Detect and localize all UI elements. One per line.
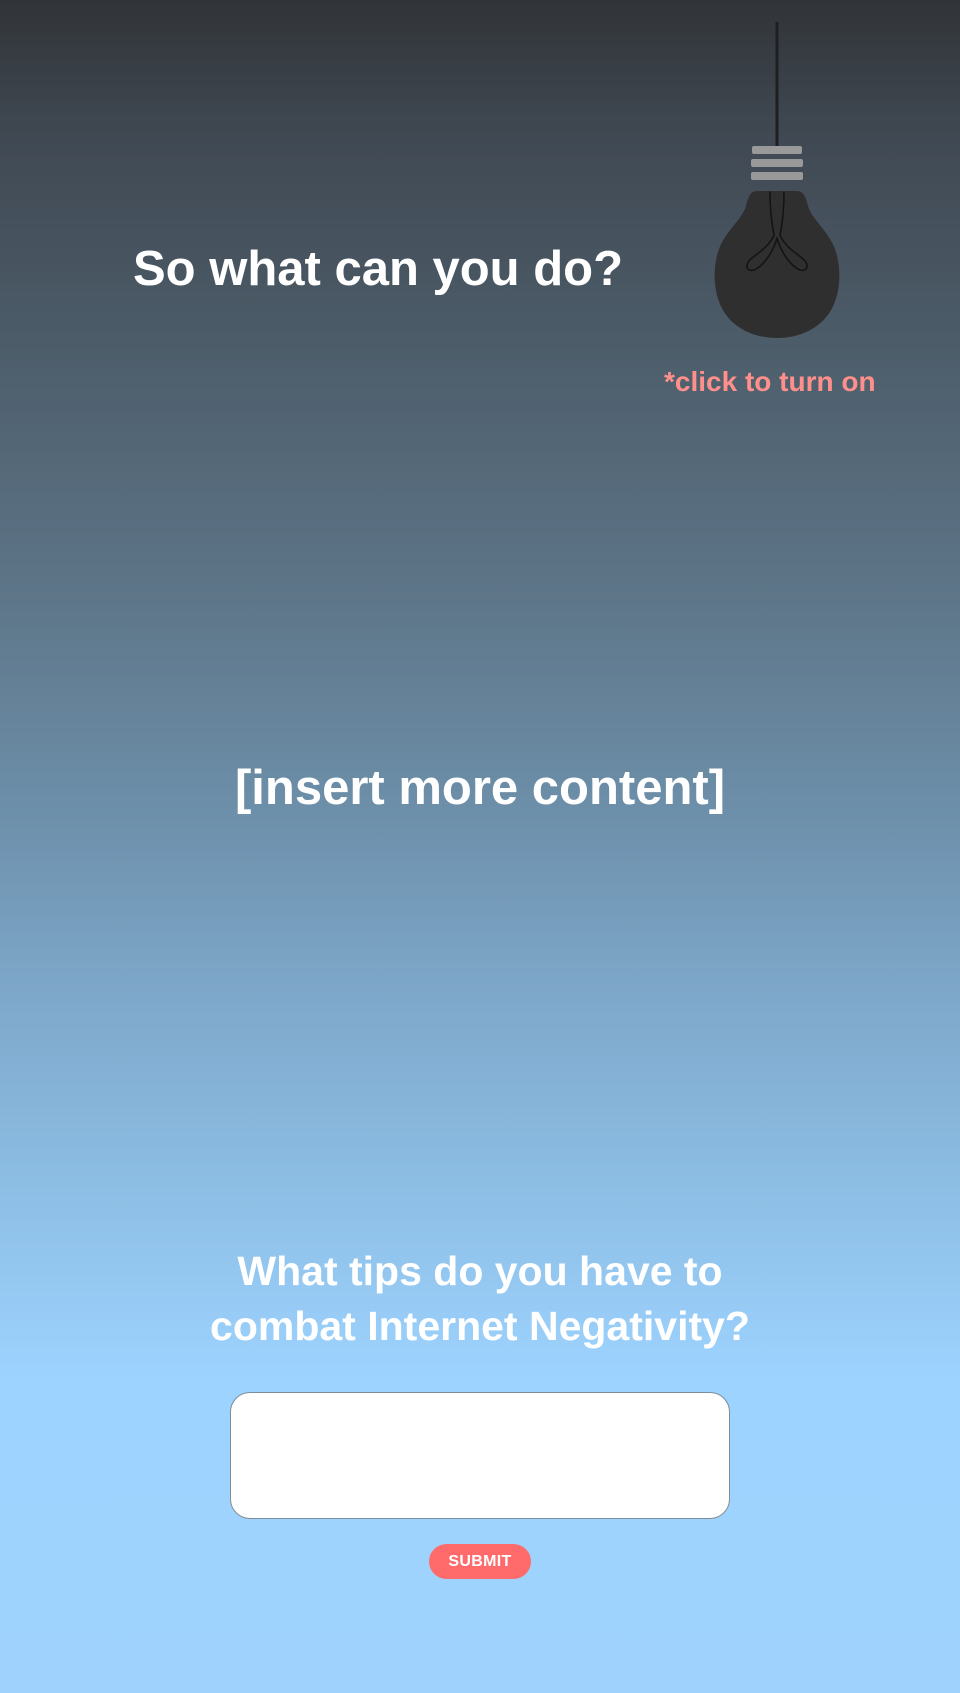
tips-question: What tips do you have to combat Internet… (0, 1244, 960, 1354)
section-heading: So what can you do? (133, 242, 624, 296)
tips-question-line-2: combat Internet Negativity? (210, 1303, 750, 1349)
submit-button[interactable]: SUBMIT (429, 1544, 531, 1579)
tips-question-line-1: What tips do you have to (237, 1248, 723, 1294)
content-placeholder: [insert more content] (234, 761, 726, 815)
tips-input[interactable] (230, 1392, 730, 1519)
lightbulb-toggle[interactable] (690, 20, 862, 355)
lightbulb-hint: *click to turn on (664, 366, 876, 397)
lightbulb-icon (714, 22, 840, 338)
